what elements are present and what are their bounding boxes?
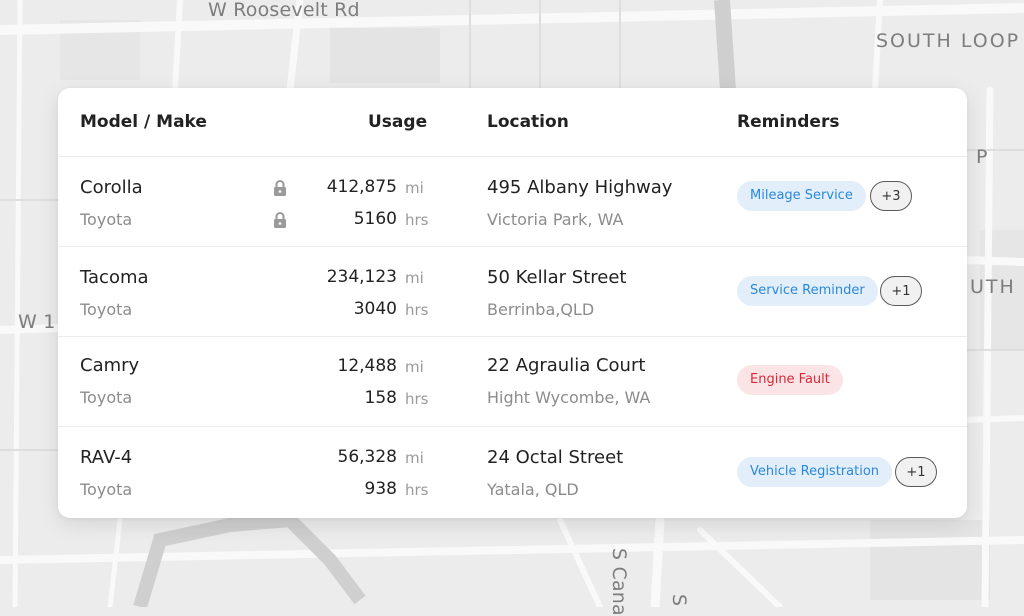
vehicle-model: RAV-4 [80,447,133,468]
hours-unit: hrs [405,481,429,499]
vehicle-make: Toyota [80,210,133,229]
vehicle-make: Toyota [80,480,133,499]
location-suburb: Victoria Park, WA [487,210,624,229]
mileage-value: 412,875 [326,177,397,197]
hours-value: 158 [364,388,397,408]
reminder-badge[interactable]: Service Reminder [737,276,878,306]
location-address: 495 Albany Highway [487,177,673,198]
location-address: 50 Kellar Street [487,267,627,288]
map-district-label: SOUTH LOOP [876,30,1021,52]
map-street-label: S Cana [608,548,630,616]
hours-unit: hrs [405,211,429,229]
more-reminders-button[interactable]: +1 [895,457,937,487]
mileage-value: 12,488 [337,356,397,376]
reminder-badge[interactable]: Engine Fault [737,365,843,395]
location-suburb: Hight Wycombe, WA [487,388,651,407]
location-suburb: Yatala, QLD [487,480,579,499]
header-location[interactable]: Location [487,112,569,132]
location-address: 24 Octal Street [487,447,624,468]
vehicle-model: Camry [80,355,140,376]
lock-icon [274,180,286,196]
hours-unit: hrs [405,301,429,319]
mileage-value: 234,123 [326,267,397,287]
more-reminders-button[interactable]: +1 [880,276,922,306]
hours-value: 3040 [353,299,397,319]
reminder-badge[interactable]: Vehicle Registration [737,457,893,487]
table-row[interactable]: RAV-4 Toyota 56,328 mi 938 hrs 24 Octal … [58,427,967,516]
map-district-label: P [976,146,990,168]
header-reminders[interactable]: Reminders [737,112,839,132]
hours-value: 5160 [353,209,397,229]
map-street-label: S [668,594,690,607]
table-header: Model / Make Usage Location Reminders [58,88,967,157]
header-usage[interactable]: Usage [368,112,427,132]
more-reminders-button[interactable]: +3 [870,181,912,211]
vehicle-make: Toyota [80,388,133,407]
table-row[interactable]: Corolla Toyota 412,875 mi 5160 hrs 495 A… [58,157,967,247]
table-row[interactable]: Camry Toyota 12,488 mi 158 hrs 22 Agraul… [58,337,967,427]
header-model-make[interactable]: Model / Make [80,112,207,132]
vehicle-model: Tacoma [80,267,149,288]
map-street-label: W Roosevelt Rd [208,0,360,21]
mileage-unit: mi [405,449,424,467]
vehicle-table-card: Model / Make Usage Location Reminders Co… [58,88,967,518]
mileage-unit: mi [405,358,424,376]
mileage-unit: mi [405,269,424,287]
hours-value: 938 [364,479,397,499]
map-district-label: UTH [970,276,1016,298]
lock-icon [274,212,286,228]
location-suburb: Berrinba,QLD [487,300,595,319]
hours-unit: hrs [405,390,429,408]
map-street-label: W 1 [18,311,56,333]
vehicle-make: Toyota [80,300,133,319]
table-row[interactable]: Tacoma Toyota 234,123 mi 3040 hrs 50 Kel… [58,247,967,337]
location-address: 22 Agraulia Court [487,355,646,376]
vehicle-model: Corolla [80,177,143,198]
mileage-value: 56,328 [337,447,397,467]
reminder-badge[interactable]: Mileage Service [737,181,866,211]
mileage-unit: mi [405,179,424,197]
